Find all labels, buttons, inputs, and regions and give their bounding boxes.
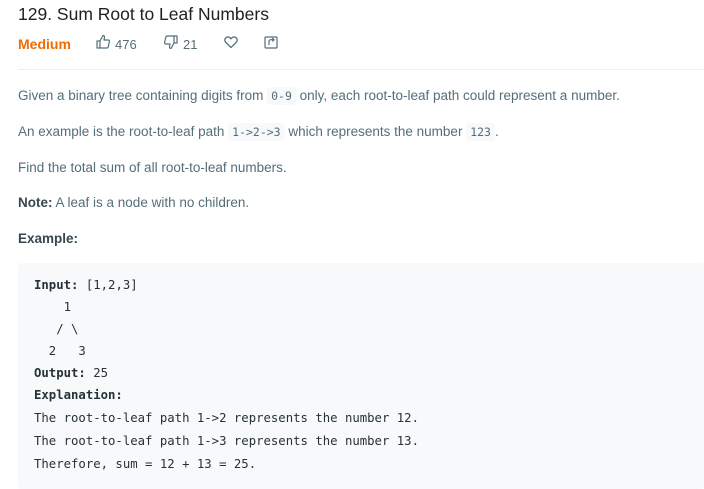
problem-title: 129. Sum Root to Leaf Numbers (18, 4, 269, 24)
dislike-button[interactable]: 21 (163, 34, 197, 54)
note-label: Note: (18, 195, 53, 210)
heart-icon (223, 34, 239, 55)
input-value: [1,2,3] (78, 278, 138, 292)
dislike-count: 21 (183, 36, 198, 52)
text: which represents the number (284, 124, 467, 139)
text: only, each root-to-leaf path could repre… (295, 88, 620, 103)
tree-line: 1 (34, 300, 72, 314)
inline-code: 123 (466, 123, 495, 141)
explanation-line: Therefore, sum = 12 + 13 = 25. (34, 457, 257, 471)
example-output-line: Output: 25 (34, 365, 108, 381)
tree-line: 2 3 (34, 344, 86, 358)
description-paragraph: Find the total sum of all root-to-leaf n… (18, 160, 287, 175)
difficulty-badge: Medium (18, 36, 71, 52)
note-text: A leaf is a node with no children. (52, 195, 250, 210)
example-code-block: Input: [1,2,3] 1 / \ 2 3 Output: 25 Expl… (18, 263, 704, 489)
share-icon (263, 34, 279, 55)
example-input-line: Input: [1,2,3] (34, 277, 138, 293)
share-button[interactable] (263, 34, 279, 54)
example-label: Example: (18, 231, 79, 246)
description-paragraph: Given a binary tree containing digits fr… (18, 87, 620, 105)
tree-line: / \ (34, 322, 79, 336)
like-button[interactable]: 476 (95, 34, 137, 54)
explanation-label: Explanation: (34, 387, 123, 403)
inline-code: 0-9 (267, 87, 296, 105)
description-paragraph: An example is the root-to-leaf path 1->2… (18, 123, 499, 141)
note-paragraph: Note: A leaf is a node with no children. (18, 194, 249, 212)
favorite-button[interactable] (223, 34, 239, 54)
thumbs-down-icon (163, 34, 179, 55)
output-label: Output: (34, 366, 86, 380)
divider (18, 69, 704, 70)
explanation-line: The root-to-leaf path 1->2 represents th… (34, 411, 419, 425)
problem-meta-bar: Medium 476 21 (18, 34, 698, 54)
like-count: 476 (115, 36, 137, 52)
explanation-label-text: Explanation: (34, 388, 123, 402)
text: . (494, 124, 499, 139)
output-value: 25 (85, 366, 109, 380)
explanation-line: The root-to-leaf path 1->3 represents th… (34, 434, 419, 448)
thumbs-up-icon (95, 34, 111, 55)
input-label: Input: (34, 278, 79, 292)
example-heading: Example: (18, 230, 78, 248)
text: Given a binary tree containing digits fr… (18, 88, 268, 103)
text: An example is the root-to-leaf path (18, 124, 229, 139)
inline-code: 1->2->3 (228, 123, 285, 141)
